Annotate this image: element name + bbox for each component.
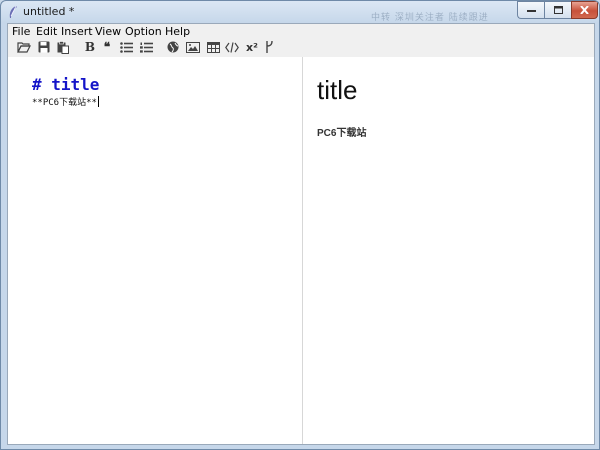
save-icon [38,41,50,53]
menu-view[interactable]: View [95,25,121,38]
preview-heading: title [317,75,358,105]
open-folder-icon [17,42,31,53]
menu-file[interactable]: File [12,25,30,38]
image-icon [186,41,200,53]
editor-bold-line[interactable]: **PC6下载站** [32,95,99,108]
menu-help[interactable]: Help [165,25,190,38]
preview-bold-text: PC6下载站 [317,128,367,139]
markdown-editor[interactable]: # title **PC6下载站** [8,57,302,444]
open-button[interactable] [16,39,32,55]
menu-option[interactable]: Option [125,25,162,38]
close-icon [580,6,589,14]
paste-icon [57,40,69,54]
numbered-list-button[interactable] [138,39,154,55]
window-title: untitled * [23,5,75,18]
image-button[interactable] [185,39,201,55]
title-bar[interactable]: untitled * 中转 深圳关注者 陆续跟进 [1,1,599,23]
superscript-icon: x² [246,40,258,54]
superscript-button[interactable]: x² [244,39,260,55]
table-icon [206,41,220,53]
numbered-list-icon [139,42,153,53]
close-button[interactable] [571,1,598,19]
editor-heading-line[interactable]: # title [32,75,99,94]
editor-bold-text: **PC6下载站** [32,98,97,108]
bullet-list-icon [119,41,133,53]
bold-icon: B [84,40,96,54]
branch-button[interactable] [261,39,277,55]
link-button[interactable] [165,39,181,55]
paste-button[interactable] [55,39,71,55]
bullet-list-button[interactable] [118,39,134,55]
text-caret [97,96,99,107]
code-icon [225,41,239,53]
menu-bar: File Edit Insert View Option Help [8,24,594,39]
menu-insert[interactable]: Insert [61,25,93,38]
bold-button[interactable]: B [82,39,98,55]
code-button[interactable] [224,39,240,55]
app-window: untitled * 中转 深圳关注者 陆续跟进 File Edit Inser… [0,0,600,450]
app-frame: File Edit Insert View Option Help B ❝ x²… [7,23,595,445]
minimize-icon [526,10,536,12]
table-button[interactable] [205,39,221,55]
maximize-button[interactable] [544,1,571,19]
minimize-button[interactable] [517,1,544,19]
maximize-icon [553,6,563,14]
branch-icon [266,41,273,53]
menu-edit[interactable]: Edit [36,25,57,38]
save-button[interactable] [36,39,52,55]
toolbar: B ❝ x² [8,39,594,55]
globe-link-icon [167,41,179,53]
quote-button[interactable]: ❝ [99,39,115,55]
blurred-title-text: 中转 深圳关注者 陆续跟进 [371,13,489,23]
quote-icon: ❝ [103,40,111,54]
preview-pane: title PC6下载站 [303,57,594,444]
feather-app-icon [9,5,17,18]
